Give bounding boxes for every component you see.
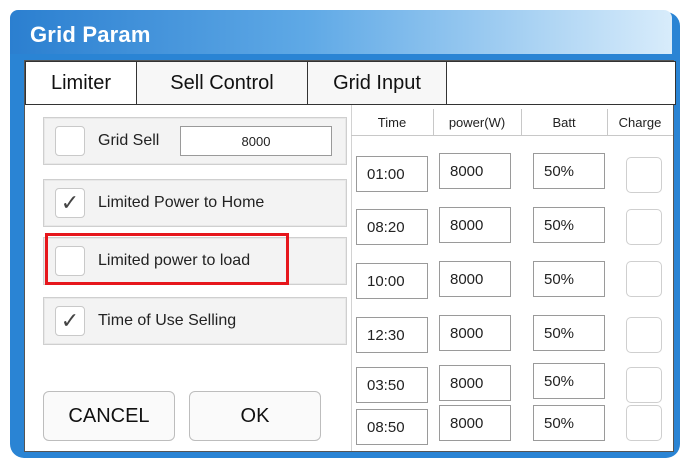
time-cell[interactable]: 12:30: [356, 317, 428, 353]
grid-sell-option: Grid Sell 8000: [43, 117, 347, 165]
time-cell[interactable]: 01:00: [356, 156, 428, 192]
grid-sell-label: Grid Sell: [98, 132, 160, 149]
charge-checkbox[interactable]: [626, 405, 662, 441]
check-icon: ✓: [60, 190, 80, 215]
time-cell[interactable]: 08:20: [356, 209, 428, 245]
charge-checkbox[interactable]: [626, 367, 662, 403]
highlight-box: [45, 233, 289, 285]
header-charge: Charge: [618, 114, 662, 130]
cancel-button[interactable]: CANCEL: [43, 391, 175, 441]
ok-button[interactable]: OK: [189, 391, 321, 441]
time-of-use-selling-checkbox[interactable]: ✓: [55, 306, 85, 336]
batt-cell[interactable]: 50%: [533, 363, 605, 399]
batt-cell[interactable]: 50%: [533, 315, 605, 351]
limited-power-to-home-label: Limited Power to Home: [98, 194, 265, 211]
window-title: Grid Param: [30, 22, 151, 47]
batt-cell[interactable]: 50%: [533, 153, 605, 189]
power-cell[interactable]: 8000: [439, 405, 511, 441]
header-underline: [351, 135, 673, 136]
charge-checkbox[interactable]: [626, 157, 662, 193]
tab-grid-input[interactable]: Grid Input: [308, 61, 447, 105]
power-cell[interactable]: 8000: [439, 365, 511, 401]
power-cell[interactable]: 8000: [439, 261, 511, 297]
power-cell[interactable]: 8000: [439, 207, 511, 243]
tab-limiter[interactable]: Limiter: [25, 61, 137, 105]
charge-checkbox[interactable]: [626, 209, 662, 245]
time-cell[interactable]: 03:50: [356, 367, 428, 403]
grid-sell-input[interactable]: 8000: [180, 126, 332, 156]
time-cell[interactable]: 10:00: [356, 263, 428, 299]
batt-cell[interactable]: 50%: [533, 261, 605, 297]
tab-bar-filler: [447, 61, 676, 105]
time-of-use-selling-label: Time of Use Selling: [98, 312, 237, 329]
time-cell[interactable]: 08:50: [356, 409, 428, 445]
limited-power-to-home-option: ✓ Limited Power to Home: [43, 179, 347, 227]
grid-divider: [351, 105, 352, 451]
grid-param-panel: Limiter Sell Control Grid Input Grid Sel…: [24, 60, 676, 452]
time-of-use-selling-option: ✓ Time of Use Selling: [43, 297, 347, 345]
power-cell[interactable]: 8000: [439, 315, 511, 351]
charge-checkbox[interactable]: [626, 261, 662, 297]
header-time: Time: [351, 109, 434, 135]
header-batt: Batt: [521, 109, 608, 135]
tab-bar: Limiter Sell Control Grid Input: [25, 61, 676, 105]
power-cell[interactable]: 8000: [439, 153, 511, 189]
batt-cell[interactable]: 50%: [533, 405, 605, 441]
header-power: power(W): [433, 109, 522, 135]
charge-checkbox[interactable]: [626, 317, 662, 353]
limited-power-to-home-checkbox[interactable]: ✓: [55, 188, 85, 218]
grid-sell-checkbox[interactable]: [55, 126, 85, 156]
tab-sell-control[interactable]: Sell Control: [137, 61, 308, 105]
tab-divider: [25, 104, 673, 105]
check-icon: ✓: [60, 308, 80, 333]
batt-cell[interactable]: 50%: [533, 207, 605, 243]
